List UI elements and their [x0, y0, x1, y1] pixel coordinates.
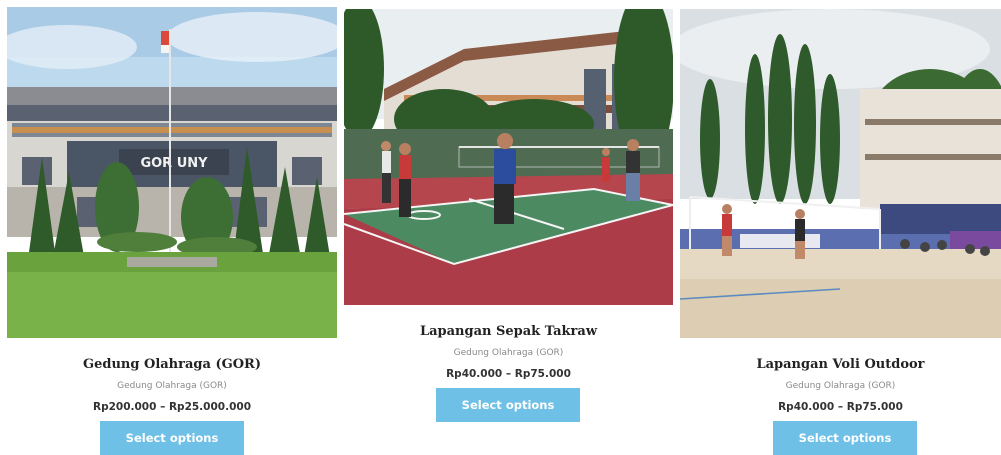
beach-volleyball-court-photo [680, 9, 1001, 338]
product-price: Rp200.000 – Rp25.000.000 [92, 401, 251, 413]
product-title[interactable]: Lapangan Sepak Takraw [344, 324, 673, 339]
product-price: Rp40.000 – Rp75.000 [446, 368, 571, 380]
product-category[interactable]: Gedung Olahraga (GOR) [7, 381, 337, 391]
gor-sign-text: GOR UNY [140, 156, 208, 171]
select-options-button[interactable]: Select options [436, 388, 580, 422]
product-category[interactable]: Gedung Olahraga (GOR) [344, 348, 673, 358]
product-image-gor[interactable]: GOR UNY [7, 7, 337, 338]
product-image-sepak-takraw[interactable] [344, 9, 673, 305]
product-image-voli-outdoor[interactable] [680, 9, 1001, 338]
product-category[interactable]: Gedung Olahraga (GOR) [680, 381, 1001, 391]
sepak-takraw-court-photo [344, 9, 673, 305]
product-title[interactable]: Lapangan Voli Outdoor [680, 357, 1001, 372]
product-title[interactable]: Gedung Olahraga (GOR) [7, 357, 337, 372]
gor-building-photo: GOR UNY [7, 7, 337, 338]
product-price: Rp40.000 – Rp75.000 [778, 401, 903, 413]
